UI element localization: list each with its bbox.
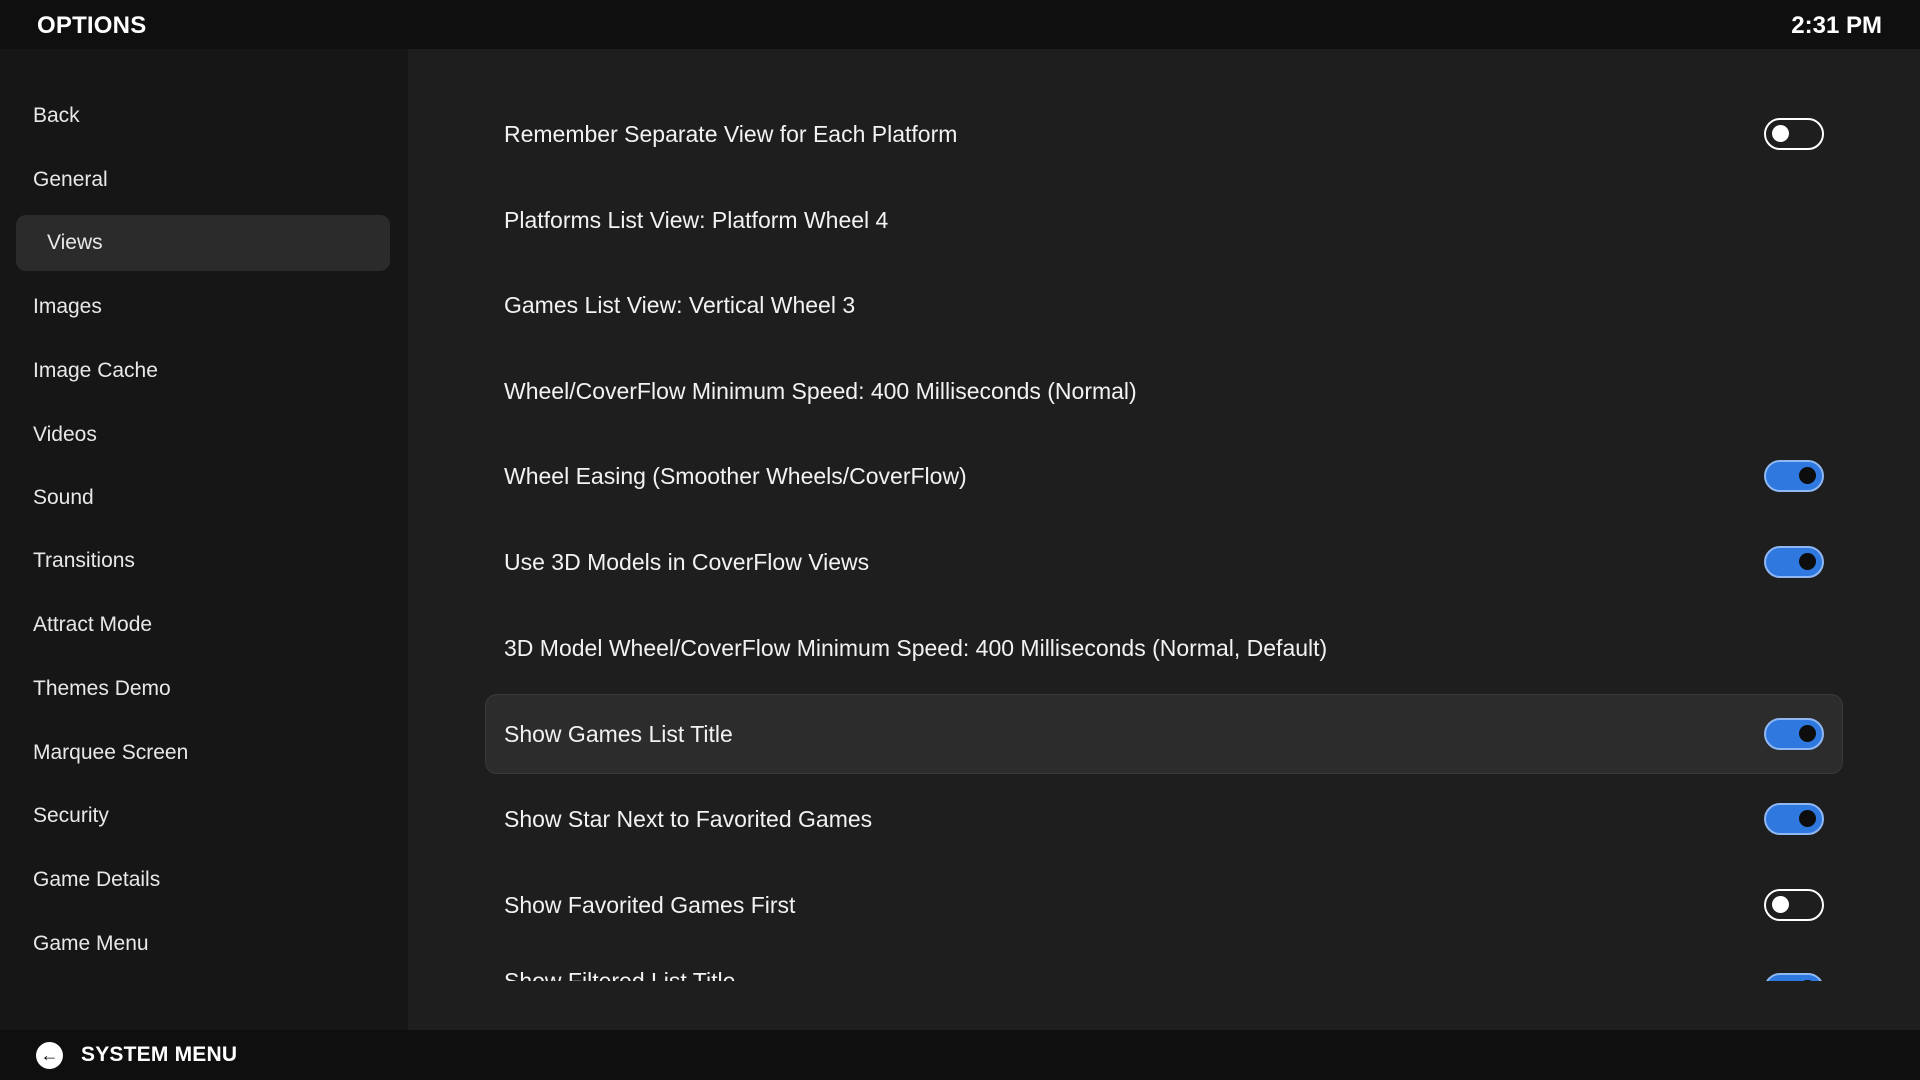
sidebar-item-marquee-screen[interactable]: Marquee Screen (16, 725, 390, 781)
toggle-switch[interactable] (1764, 973, 1824, 981)
sidebar-item-sound[interactable]: Sound (16, 470, 390, 526)
setting-label: Show Star Next to Favorited Games (504, 806, 873, 832)
setting-label: Remember Separate View for Each Platform (504, 121, 958, 147)
setting-row-show-games-list-title[interactable]: Show Games List Title (485, 694, 1843, 774)
sidebar-item-general[interactable]: General (16, 152, 390, 208)
setting-row-3d-model-min-speed[interactable]: 3D Model Wheel/CoverFlow Minimum Speed: … (485, 608, 1843, 688)
setting-label: Games List View: Vertical Wheel 3 (504, 292, 856, 318)
toggle-knob (1772, 896, 1789, 913)
sidebar-item-image-cache[interactable]: Image Cache (16, 343, 390, 399)
sidebar-item-videos[interactable]: Videos (16, 407, 390, 463)
bottom-bar: ← SYSTEM MENU (0, 1030, 1920, 1080)
setting-label: Wheel/CoverFlow Minimum Speed: 400 Milli… (504, 378, 1137, 404)
toggle-switch[interactable] (1764, 118, 1824, 150)
toggle-knob (1799, 980, 1816, 981)
page-title: OPTIONS (37, 12, 147, 39)
toggle-switch[interactable] (1764, 889, 1824, 921)
toggle-switch[interactable] (1764, 718, 1824, 750)
sidebar-item-themes-demo[interactable]: Themes Demo (16, 661, 390, 717)
setting-label: 3D Model Wheel/CoverFlow Minimum Speed: … (504, 635, 1328, 661)
settings-panel: Remember Separate View for Each Platform… (408, 49, 1920, 981)
setting-row-show-filtered-list-title[interactable]: Show Filtered List Title (485, 963, 1843, 981)
sidebar-item-game-details[interactable]: Game Details (16, 852, 390, 908)
sidebar-item-transitions[interactable]: Transitions (16, 533, 390, 589)
setting-label: Show Favorited Games First (504, 892, 796, 918)
setting-row-show-star-favorited[interactable]: Show Star Next to Favorited Games (485, 779, 1843, 859)
setting-row-platforms-list-view[interactable]: Platforms List View: Platform Wheel 4 (485, 180, 1843, 260)
toggle-switch[interactable] (1764, 546, 1824, 578)
system-menu-label[interactable]: SYSTEM MENU (81, 1043, 237, 1067)
toggle-knob (1772, 125, 1789, 142)
setting-row-remember-separate-view[interactable]: Remember Separate View for Each Platform (485, 94, 1843, 174)
toggle-knob (1799, 725, 1816, 742)
sidebar: Back General Views Images Image Cache Vi… (0, 49, 408, 1030)
setting-label: Show Games List Title (504, 721, 733, 747)
setting-row-3d-models[interactable]: Use 3D Models in CoverFlow Views (485, 522, 1843, 602)
top-bar: OPTIONS 2:31 PM (0, 0, 1920, 49)
back-arrow-icon[interactable]: ← (36, 1042, 63, 1069)
sidebar-item-game-menu[interactable]: Game Menu (16, 916, 390, 972)
sidebar-item-images[interactable]: Images (16, 279, 390, 335)
setting-row-wheel-min-speed[interactable]: Wheel/CoverFlow Minimum Speed: 400 Milli… (485, 351, 1843, 431)
clock: 2:31 PM (1791, 12, 1882, 39)
setting-row-show-favorited-first[interactable]: Show Favorited Games First (485, 865, 1843, 945)
toggle-switch[interactable] (1764, 803, 1824, 835)
sidebar-item-attract-mode[interactable]: Attract Mode (16, 597, 390, 653)
toggle-knob (1799, 467, 1816, 484)
sidebar-item-views[interactable]: Views (16, 215, 390, 271)
setting-label: Wheel Easing (Smoother Wheels/CoverFlow) (504, 463, 967, 489)
sidebar-item-security[interactable]: Security (16, 788, 390, 844)
setting-label: Platforms List View: Platform Wheel 4 (504, 207, 889, 233)
toggle-knob (1799, 810, 1816, 827)
toggle-switch[interactable] (1764, 460, 1824, 492)
setting-label: Use 3D Models in CoverFlow Views (504, 549, 870, 575)
setting-label: Show Filtered List Title (504, 968, 736, 981)
setting-row-games-list-view[interactable]: Games List View: Vertical Wheel 3 (485, 265, 1843, 345)
sidebar-item-back[interactable]: Back (16, 88, 390, 144)
toggle-knob (1799, 553, 1816, 570)
setting-row-wheel-easing[interactable]: Wheel Easing (Smoother Wheels/CoverFlow) (485, 436, 1843, 516)
